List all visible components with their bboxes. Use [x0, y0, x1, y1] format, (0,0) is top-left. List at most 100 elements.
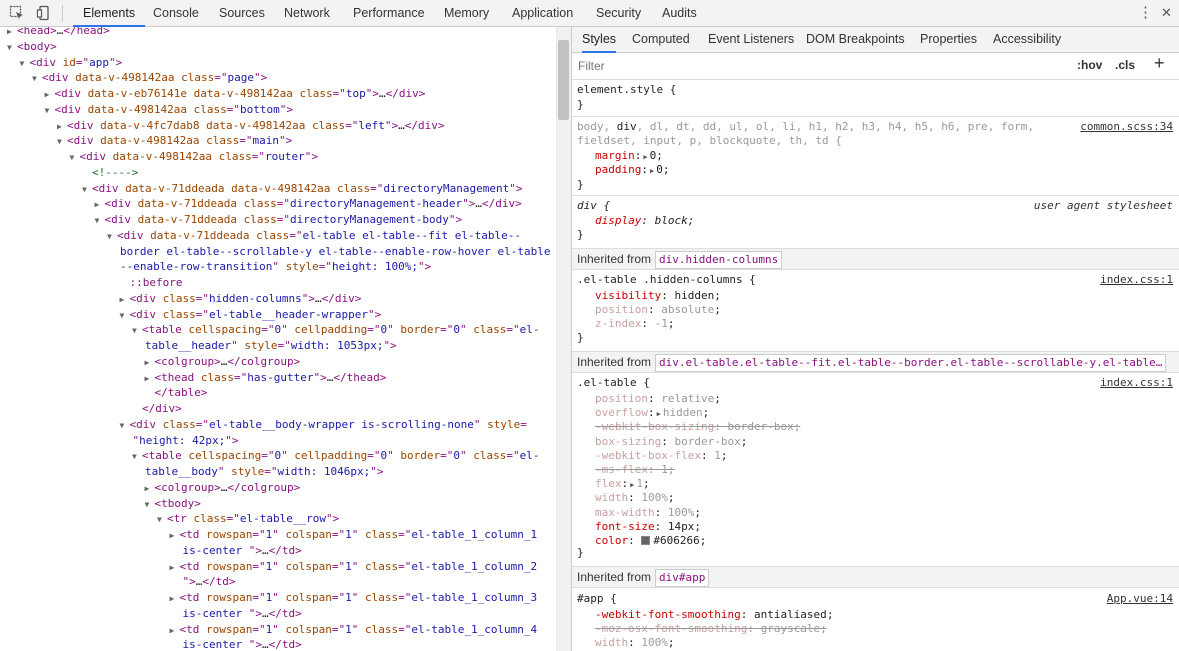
cls-button[interactable]: .cls [1115, 58, 1135, 72]
css-property[interactable]: position: relative; [595, 392, 721, 406]
dom-node-line[interactable]: ::before [120, 275, 183, 291]
dom-node-line[interactable]: ▼ <div data-v-71ddeada data-v-498142aa cl… [82, 181, 523, 197]
css-property[interactable]: flex: ▶ 1; [595, 477, 650, 491]
element-style-selector[interactable]: element.style { [577, 83, 676, 97]
expand-toggle-icon[interactable]: ▼ [145, 497, 155, 513]
dom-node-line[interactable]: ▼ <div class="el-table__header-wrapper"> [120, 307, 382, 323]
expand-toggle-icon[interactable]: ▼ [57, 134, 67, 150]
tab-sources[interactable]: Sources [219, 0, 265, 27]
css-property[interactable]: margin: ▶ 0; [595, 149, 663, 163]
new-style-rule-button[interactable]: + [1154, 53, 1165, 74]
expand-toggle-icon[interactable]: ▼ [95, 213, 105, 229]
more-menu-icon[interactable]: ⋮ [1138, 0, 1153, 27]
elements-scrollbar-thumb[interactable] [558, 40, 569, 120]
tab-audits[interactable]: Audits [662, 0, 697, 27]
dom-node-line[interactable]: ▶ <td rowspan="1" colspan="1" class="el-t… [170, 590, 538, 606]
dom-node-line[interactable]: ▶ <td rowspan="1" colspan="1" class="el-t… [170, 559, 538, 575]
expand-toggle-icon[interactable]: ▼ [132, 323, 142, 339]
dom-node-line[interactable]: "height: 42px;"> [133, 433, 239, 449]
expand-toggle-icon[interactable]: ▼ [120, 308, 130, 324]
rule-source-link[interactable]: common.scss:34 [1080, 120, 1173, 134]
rule-selector[interactable]: div { [577, 199, 610, 213]
tab-network[interactable]: Network [284, 0, 330, 27]
css-property[interactable]: -moz-osx-font-smoothing: grayscale; [595, 622, 827, 636]
css-property[interactable]: -ms-flex: 1; [595, 463, 674, 477]
dom-node-line[interactable]: ▼ <div id="app"> [20, 55, 123, 71]
subtab-computed[interactable]: Computed [632, 27, 690, 53]
expand-toggle-icon[interactable]: ▶ [170, 560, 180, 576]
dom-node-line[interactable]: ▶ <div class="hidden-columns">…</div> [120, 291, 362, 307]
expand-toggle-icon[interactable]: ▼ [132, 449, 142, 465]
expand-toggle-icon[interactable]: ▶ [120, 292, 130, 308]
rule-source-link[interactable]: App.vue:14 [1107, 592, 1173, 606]
dom-node-line[interactable]: table__header" style="width: 1053px;"> [145, 338, 397, 354]
rule-source-link[interactable]: index.css:1 [1100, 376, 1173, 390]
subtab-styles[interactable]: Styles [582, 27, 617, 53]
device-toolbar-icon[interactable] [36, 5, 52, 21]
css-property[interactable]: position: absolute; [595, 303, 721, 317]
css-property[interactable]: width: 100%; [595, 491, 675, 505]
subtab-event-listeners[interactable]: Event Listeners [708, 27, 794, 53]
dom-node-line[interactable]: is-center ">…</td> [183, 637, 302, 651]
dom-node-line[interactable]: </div> [132, 401, 182, 417]
dom-node-line[interactable]: ▶ <td rowspan="1" colspan="1" class="el-t… [170, 527, 538, 543]
dom-node-line[interactable]: ▼ <div data-v-71ddeada class="directoryMa… [95, 212, 463, 228]
dom-node-line[interactable]: ▶ <td rowspan="1" colspan="1" class="el-t… [170, 622, 538, 638]
color-swatch[interactable] [641, 536, 651, 545]
dom-node-line[interactable]: <!----> [82, 165, 138, 181]
tab-security[interactable]: Security [596, 0, 641, 27]
expand-toggle-icon[interactable]: ▼ [20, 56, 30, 72]
dom-node-line[interactable]: ▼ <div data-v-498142aa class="router"> [70, 149, 318, 165]
css-property[interactable]: -webkit-box-flex: 1; [595, 449, 727, 463]
dom-node-line[interactable]: ▼ <body> [7, 39, 57, 55]
css-property[interactable]: -webkit-box-sizing: border-box; [595, 420, 800, 434]
dom-node-line[interactable]: ▶ <colgroup>…</colgroup> [145, 354, 301, 370]
dom-node-line[interactable]: is-center ">…</td> [183, 606, 302, 622]
dom-node-line[interactable]: ▶ <colgroup>…</colgroup> [145, 480, 301, 496]
rule-selector[interactable]: .el-table { [577, 376, 650, 390]
dom-node-line[interactable]: ▶ <head>…</head> [7, 27, 110, 39]
dom-node-line[interactable]: ▼ <table cellspacing="0" cellpadding="0" … [132, 448, 539, 464]
subtab-accessibility[interactable]: Accessibility [993, 27, 1061, 53]
css-property[interactable]: width: 100%; [595, 636, 675, 650]
expand-toggle-icon[interactable]: ▼ [45, 103, 55, 119]
expand-toggle-icon[interactable]: ▶ [170, 591, 180, 607]
close-icon[interactable]: ✕ [1161, 0, 1172, 27]
dom-node-line[interactable]: ▶ <div data-v-71ddeada class="directoryMa… [95, 196, 522, 212]
inherited-selector-link[interactable]: div.el-table.el-table--fit.el-table--bor… [655, 354, 1167, 372]
css-property[interactable]: visibility: hidden; [595, 289, 721, 303]
rule-selector[interactable]: .el-table .hidden-columns { [577, 273, 756, 287]
hov-button[interactable]: :hov [1077, 58, 1102, 72]
expand-toggle-icon[interactable]: ▶ [57, 119, 67, 135]
styles-filter-input[interactable] [576, 56, 1068, 76]
css-property[interactable]: display: block; [595, 214, 694, 228]
css-property[interactable]: max-width: 100%; [595, 506, 701, 520]
subtab-properties[interactable]: Properties [920, 27, 977, 53]
expand-toggle-icon[interactable]: ▼ [70, 150, 80, 166]
inherited-selector-link[interactable]: div#app [655, 569, 710, 587]
inherited-selector-link[interactable]: div.hidden-columns [655, 251, 783, 269]
dom-node-line[interactable]: table__body" style="width: 1046px;"> [145, 464, 383, 480]
dom-node-line[interactable]: ▼ <div data-v-498142aa class="main"> [57, 133, 292, 149]
expand-toggle-icon[interactable]: ▶ [45, 87, 55, 103]
expand-toggle-icon[interactable]: ▶ [145, 481, 155, 497]
css-property[interactable]: color: #606266; [595, 534, 706, 548]
elements-tree[interactable]: ▶ <head>…</head> ▼ <body> ▼ <div id="app"> ▼ <d… [0, 27, 556, 651]
expand-toggle-icon[interactable]: ▼ [107, 229, 117, 245]
dom-node-line[interactable]: --enable-row-transition" style="height: … [120, 259, 431, 275]
dom-node-line[interactable]: border el-table--scrollable-y el-table--… [120, 244, 550, 260]
subtab-dom-breakpoints[interactable]: DOM Breakpoints [806, 27, 905, 53]
expand-toggle-icon[interactable]: ▼ [157, 512, 167, 528]
expand-toggle-icon[interactable]: ▼ [120, 418, 130, 434]
dom-node-line[interactable]: ▶ <div data-v-eb76141e data-v-498142aa cl… [45, 86, 426, 102]
rule-source-link[interactable]: index.css:1 [1100, 273, 1173, 287]
elements-scrollbar[interactable] [556, 27, 571, 651]
tab-memory[interactable]: Memory [444, 0, 489, 27]
css-property[interactable]: overflow: ▶ hidden; [595, 406, 709, 420]
tab-elements[interactable]: Elements [73, 0, 146, 27]
dom-node-line[interactable]: is-center ">…</td> [183, 543, 302, 559]
rule-selector[interactable]: body, div, dl, dt, dd, ul, ol, li, h1, h… [577, 120, 1034, 134]
expand-toggle-icon[interactable]: ▶ [145, 371, 155, 387]
expand-toggle-icon[interactable]: ▼ [7, 40, 17, 56]
expand-toggle-icon[interactable]: ▼ [32, 71, 42, 87]
